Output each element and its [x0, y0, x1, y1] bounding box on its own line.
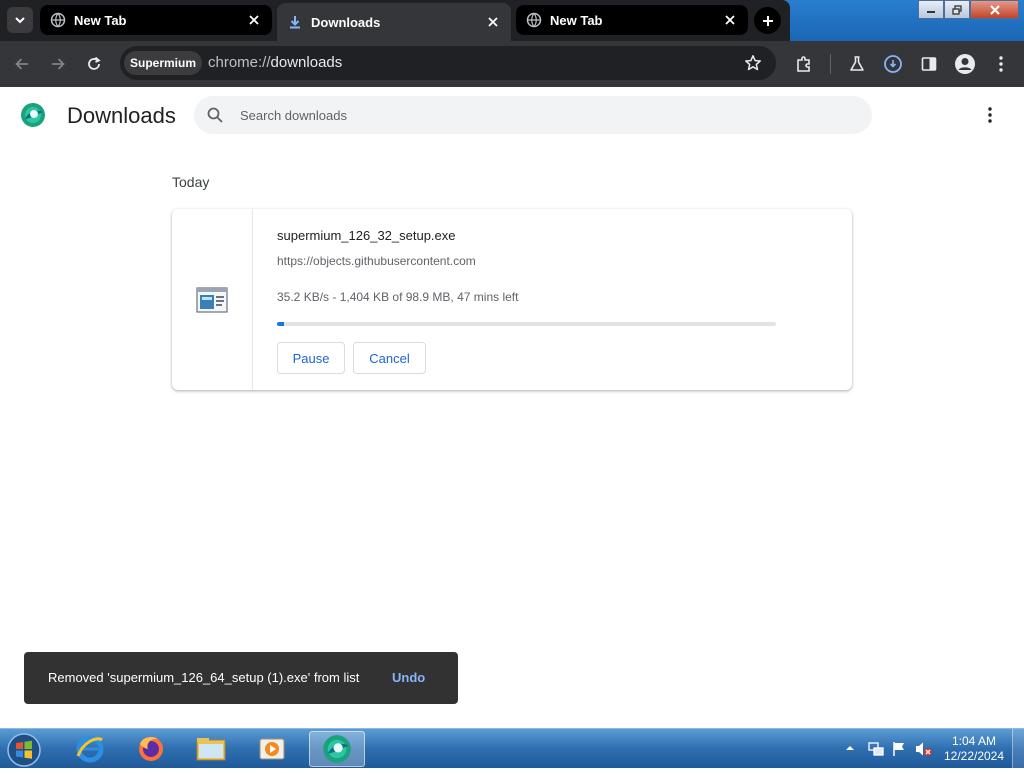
- tab-strip: New Tab Downloads New Tab: [0, 0, 790, 41]
- download-status: 35.2 KB/s - 1,404 KB of 98.9 MB, 47 mins…: [277, 290, 519, 304]
- url-text[interactable]: chrome://downloads: [208, 54, 342, 71]
- firefox-icon: [139, 736, 163, 761]
- network-icon[interactable]: [868, 741, 884, 757]
- download-progress-bar: [277, 322, 776, 326]
- search-icon: [207, 107, 223, 123]
- more-vert-icon: [988, 107, 992, 123]
- back-button[interactable]: [11, 53, 33, 75]
- bookmark-star-icon[interactable]: [744, 54, 762, 77]
- address-bar[interactable]: Supermium chrome://downloads: [120, 46, 776, 80]
- taskbar-firefox[interactable]: [123, 731, 179, 767]
- start-button[interactable]: [4, 731, 44, 769]
- reload-icon: [88, 56, 101, 70]
- restore-button[interactable]: [944, 0, 970, 19]
- taskbar-file-explorer[interactable]: [183, 731, 239, 767]
- flask-icon: [850, 56, 864, 71]
- arrow-right-icon: [52, 58, 65, 70]
- side-panel-button[interactable]: [918, 53, 940, 75]
- clock-time: 1:04 AM: [951, 734, 997, 748]
- minimize-button[interactable]: [918, 0, 944, 19]
- tab-title: New Tab: [550, 12, 603, 28]
- site-chip[interactable]: Supermium: [124, 51, 203, 75]
- taskbar-clock[interactable]: 1:04 AM 12/22/2024: [938, 734, 1010, 764]
- show-desktop-button[interactable]: [1012, 729, 1024, 769]
- media-player-icon: [259, 738, 285, 760]
- download-bubble-button[interactable]: [882, 53, 904, 75]
- arrow-left-icon: [15, 58, 28, 70]
- close-icon: [989, 4, 1000, 15]
- tab-title: New Tab: [74, 12, 127, 28]
- downloads-header: Downloads: [0, 87, 1024, 147]
- avatar-icon: [955, 54, 975, 74]
- extensions-button[interactable]: [793, 53, 815, 75]
- download-progress-fill: [277, 322, 284, 326]
- minimize-icon: [927, 10, 935, 13]
- download-progress-icon: [884, 55, 902, 73]
- internet-explorer-icon: [76, 735, 104, 763]
- show-hidden-icons-icon[interactable]: [846, 744, 854, 752]
- more-vert-icon: [999, 56, 1003, 72]
- browser-toolbar: Supermium chrome://downloads: [0, 41, 1024, 87]
- clock-date: 12/22/2024: [943, 749, 1005, 763]
- toast-message: Removed 'supermium_126_64_setup (1).exe'…: [48, 670, 360, 685]
- tab-search-button[interactable]: [7, 7, 33, 33]
- downloads-menu-button[interactable]: [980, 105, 1000, 125]
- close-icon[interactable]: [722, 12, 738, 28]
- close-icon[interactable]: [246, 12, 262, 28]
- supermium-logo-icon: [21, 103, 45, 127]
- volume-muted-icon[interactable]: [915, 741, 933, 757]
- search-input[interactable]: [238, 96, 838, 134]
- download-item: supermium_126_32_setup.exe https://objec…: [172, 209, 852, 390]
- browser-menu-button[interactable]: [990, 53, 1012, 75]
- taskbar-media-player[interactable]: [244, 731, 300, 767]
- supermium-icon: [323, 735, 351, 763]
- puzzle-icon: [797, 56, 810, 72]
- reload-button[interactable]: [83, 53, 105, 75]
- tab-downloads[interactable]: Downloads: [277, 3, 511, 41]
- folder-icon: [196, 738, 226, 761]
- file-icon-column: [172, 209, 253, 390]
- download-icon: [290, 16, 300, 29]
- removed-toast: Removed 'supermium_126_64_setup (1).exe'…: [24, 652, 458, 704]
- windows-orb-icon: [7, 733, 41, 767]
- window-close-button[interactable]: [970, 0, 1019, 19]
- download-filename[interactable]: supermium_126_32_setup.exe: [277, 228, 456, 243]
- url-scheme: chrome://: [208, 54, 271, 71]
- new-tab-button[interactable]: [754, 7, 781, 34]
- url-host: downloads: [270, 54, 343, 71]
- windows-taskbar: 1:04 AM 12/22/2024: [0, 728, 1024, 769]
- undo-button[interactable]: Undo: [392, 670, 425, 685]
- toolbar-divider: [830, 54, 831, 74]
- cancel-button[interactable]: Cancel: [353, 342, 426, 374]
- side-panel-icon: [921, 57, 937, 71]
- chevron-down-icon: [15, 17, 25, 24]
- profile-button[interactable]: [954, 53, 976, 75]
- action-center-flag-icon[interactable]: [891, 741, 907, 757]
- download-source-url[interactable]: https://objects.githubusercontent.com: [277, 254, 476, 268]
- pause-button[interactable]: Pause: [277, 342, 345, 374]
- globe-icon: [50, 12, 66, 28]
- page-title: Downloads: [67, 103, 176, 128]
- tab-title: Downloads: [311, 14, 381, 30]
- title-bar: New Tab Downloads New Tab: [0, 0, 1024, 41]
- close-icon[interactable]: [485, 14, 501, 30]
- taskbar-supermium[interactable]: [309, 731, 365, 767]
- globe-icon: [526, 12, 542, 28]
- plus-icon: [762, 15, 773, 26]
- date-group-label: Today: [172, 174, 210, 190]
- taskbar-internet-explorer[interactable]: [62, 731, 118, 767]
- labs-button[interactable]: [846, 53, 868, 75]
- forward-button[interactable]: [47, 53, 69, 75]
- restore-icon: [952, 4, 962, 15]
- executable-file-icon: [196, 287, 228, 313]
- tab-new-tab-1[interactable]: New Tab: [40, 5, 272, 35]
- tab-new-tab-2[interactable]: New Tab: [516, 5, 748, 35]
- window-controls: [918, 0, 1019, 19]
- search-box[interactable]: [194, 96, 872, 134]
